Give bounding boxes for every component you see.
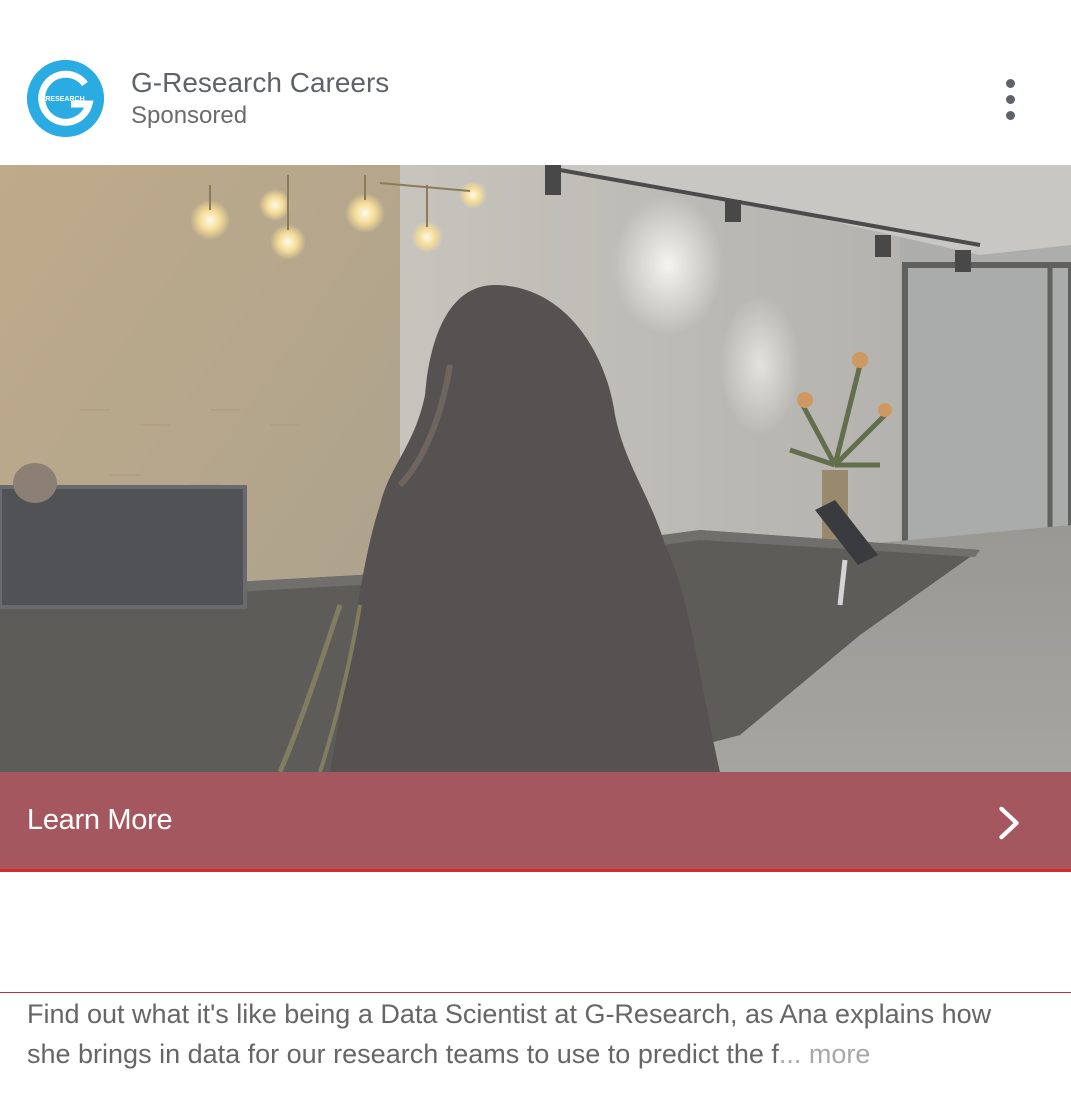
more-vertical-icon — [1005, 78, 1015, 88]
post-description: Find out what it's like being a Data Sci… — [27, 994, 1037, 1074]
menu-dot — [1005, 110, 1015, 120]
see-more-link[interactable]: more — [801, 1039, 871, 1069]
divider — [0, 992, 1071, 993]
sponsored-label: Sponsored — [131, 102, 248, 129]
advertiser-name[interactable]: G-Research Careers — [131, 66, 389, 100]
more-options-button[interactable] — [986, 70, 1034, 128]
ad-header: RESEARCH G-Research Careers Sponsored — [0, 0, 1071, 165]
chevron-right-icon — [999, 806, 1019, 840]
learn-more-button[interactable]: Learn More — [0, 772, 1071, 872]
menu-dot — [1005, 94, 1015, 104]
advertiser-avatar[interactable]: RESEARCH — [27, 60, 104, 137]
video-player[interactable] — [0, 165, 1071, 772]
learn-more-label: Learn More — [27, 804, 173, 836]
video-frame-image — [0, 165, 1071, 772]
logo-wordmark: RESEARCH — [45, 96, 84, 103]
description-ellipsis: ... — [778, 1039, 802, 1069]
g-research-logo-icon: RESEARCH — [27, 60, 104, 137]
